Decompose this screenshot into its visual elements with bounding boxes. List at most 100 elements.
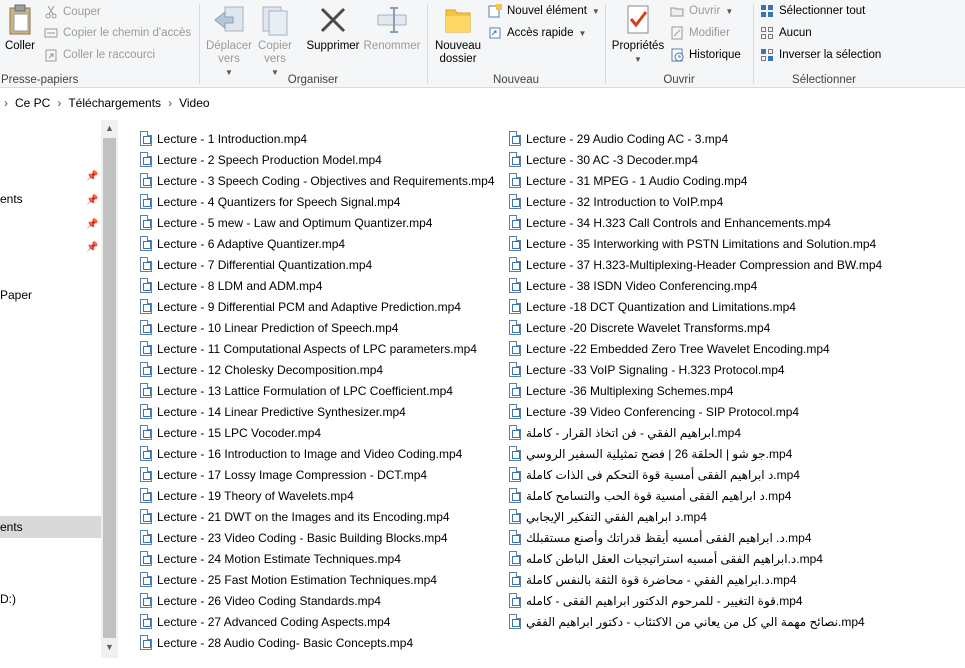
chevron-right-icon[interactable]: ›: [168, 96, 172, 110]
file-item[interactable]: Lecture - 32 Introduction to VoIP.mp4: [509, 191, 882, 212]
breadcrumb-video[interactable]: Video: [179, 96, 209, 110]
nav-item[interactable]: D:): [0, 588, 101, 610]
cut-button[interactable]: Couper: [44, 2, 101, 22]
file-item[interactable]: Lecture - 35 Interworking with PSTN Limi…: [509, 233, 882, 254]
move-to-button[interactable]: Déplacer vers ▼: [204, 2, 254, 79]
invert-selection-button[interactable]: Inverser la sélection: [760, 45, 881, 65]
paste-shortcut-button[interactable]: Coller le raccourci: [44, 45, 155, 65]
video-file-icon: [509, 131, 521, 146]
file-item[interactable]: Lecture - 14 Linear Predictive Synthesiz…: [140, 401, 495, 422]
pin-icon[interactable]: 📌: [86, 219, 98, 231]
properties-button[interactable]: Propriétés ▼: [610, 2, 666, 66]
nav-item-selected[interactable]: ents: [0, 516, 101, 538]
file-item[interactable]: Lecture - 2 Speech Production Model.mp4: [140, 149, 495, 170]
file-item[interactable]: Lecture - 7 Differential Quantization.mp…: [140, 254, 495, 275]
file-item[interactable]: نصائح مهمة الي كل من يعاني من الاكتئاب -…: [509, 611, 882, 632]
history-button[interactable]: Historique: [670, 45, 741, 65]
file-item[interactable]: Lecture - 9 Differential PCM and Adaptiv…: [140, 296, 495, 317]
file-item[interactable]: Lecture - 5 mew - Law and Optimum Quanti…: [140, 212, 495, 233]
file-item[interactable]: Lecture - 10 Linear Prediction of Speech…: [140, 317, 495, 338]
file-item[interactable]: د ابراهيم الفقى أمسية قوة الحب والتسامح …: [509, 485, 882, 506]
file-item[interactable]: Lecture - 17 Lossy Image Compression - D…: [140, 464, 495, 485]
file-name: Lecture - 8 LDM and ADM.mp4: [157, 278, 323, 293]
file-item[interactable]: Lecture - 1 Introduction.mp4: [140, 128, 495, 149]
file-item[interactable]: Lecture - 24 Motion Estimate Techniques.…: [140, 548, 495, 569]
file-item[interactable]: Lecture - 37 H.323-Multiplexing-Header C…: [509, 254, 882, 275]
breadcrumb-downloads[interactable]: Téléchargements: [68, 96, 161, 110]
chevron-right-icon[interactable]: ›: [57, 96, 61, 110]
file-item[interactable]: Lecture - 38 ISDN Video Conferencing.mp4: [509, 275, 882, 296]
edit-button[interactable]: Modifier: [670, 23, 730, 43]
file-item[interactable]: Lecture - 29 Audio Coding AC - 3.mp4: [509, 128, 882, 149]
copy-path-button[interactable]: Copier le chemin d'accès: [44, 23, 191, 43]
file-item[interactable]: Lecture - 26 Video Coding Standards.mp4: [140, 590, 495, 611]
paste-button[interactable]: Coller: [2, 2, 38, 53]
file-item[interactable]: Lecture - 12 Cholesky Decomposition.mp4: [140, 359, 495, 380]
file-item[interactable]: Lecture - 23 Video Coding - Basic Buildi…: [140, 527, 495, 548]
copy-to-button[interactable]: Copier vers ▼: [254, 2, 296, 79]
open-button[interactable]: Ouvrir ▼: [670, 1, 733, 21]
file-name: د. ابراهيم الفقى أمسيه أيقظ قدراتك وأصنع…: [526, 530, 812, 545]
scroll-down-icon[interactable]: ▼: [101, 642, 118, 652]
file-item[interactable]: Lecture - 27 Advanced Coding Aspects.mp4: [140, 611, 495, 632]
pin-icon[interactable]: 📌: [86, 171, 98, 183]
file-item[interactable]: Lecture - 8 LDM and ADM.mp4: [140, 275, 495, 296]
file-item[interactable]: Lecture - 3 Speech Coding - Objectives a…: [140, 170, 495, 191]
pin-icon[interactable]: 📌: [86, 195, 98, 207]
breadcrumb-this-pc[interactable]: Ce PC: [15, 96, 50, 110]
file-item[interactable]: Lecture - 11 Computational Aspects of LP…: [140, 338, 495, 359]
file-item[interactable]: د ابراهيم الفقى أمسية قوة التحكم فى الذا…: [509, 464, 882, 485]
file-item[interactable]: Lecture - 25 Fast Motion Estimation Tech…: [140, 569, 495, 590]
rename-button[interactable]: Renommer: [362, 2, 422, 53]
video-file-icon: [140, 593, 152, 608]
file-item[interactable]: Lecture -39 Video Conferencing - SIP Pro…: [509, 401, 882, 422]
file-item[interactable]: Lecture -18 DCT Quantization and Limitat…: [509, 296, 882, 317]
file-item[interactable]: Lecture -22 Embedded Zero Tree Wavelet E…: [509, 338, 882, 359]
file-item[interactable]: Lecture - 21 DWT on the Images and its E…: [140, 506, 495, 527]
address-bar[interactable]: › Ce PC › Téléchargements › Video: [0, 92, 965, 114]
file-item[interactable]: Lecture - 19 Theory of Wavelets.mp4: [140, 485, 495, 506]
delete-button[interactable]: Supprimer: [304, 2, 362, 53]
video-file-icon: [140, 320, 152, 335]
file-name: Lecture - 24 Motion Estimate Techniques.…: [157, 551, 401, 566]
scroll-up-icon[interactable]: ▲: [101, 123, 118, 133]
file-item[interactable]: ابراهيم الفقي - فن اتخاذ القرار - كاملة.…: [509, 422, 882, 443]
file-item[interactable]: Lecture - 15 LPC Vocoder.mp4: [140, 422, 495, 443]
new-item-button[interactable]: Nouvel élément ▼: [488, 1, 600, 21]
easy-access-button[interactable]: Accès rapide ▼: [488, 23, 586, 43]
scrollbar-thumb[interactable]: [103, 138, 116, 638]
folder-icon: [440, 2, 476, 38]
file-item[interactable]: Lecture -33 VoIP Signaling - H.323 Proto…: [509, 359, 882, 380]
file-item[interactable]: Lecture -20 Discrete Wavelet Transforms.…: [509, 317, 882, 338]
file-name: د.ابراهيم الفقى أمسيه استراتيجيات العقل …: [526, 551, 823, 566]
nav-item[interactable]: Paper: [0, 284, 101, 306]
file-item[interactable]: قوة التغيير - للمرحوم الدكتور ابراهيم ال…: [509, 590, 882, 611]
file-item[interactable]: Lecture - 34 H.323 Call Controls and Enh…: [509, 212, 882, 233]
file-item[interactable]: د.ابراهيم الفقى أمسيه استراتيجيات العقل …: [509, 548, 882, 569]
file-item[interactable]: Lecture - 4 Quantizers for Speech Signal…: [140, 191, 495, 212]
file-item[interactable]: Lecture - 28 Audio Coding- Basic Concept…: [140, 632, 495, 653]
file-item[interactable]: Lecture - 16 Introduction to Image and V…: [140, 443, 495, 464]
select-all-button[interactable]: Sélectionner tout: [760, 1, 865, 21]
file-name: Lecture - 13 Lattice Formulation of LPC …: [157, 383, 453, 398]
video-file-icon: [509, 404, 521, 419]
file-name: Lecture - 38 ISDN Video Conferencing.mp4: [526, 278, 758, 293]
file-name: Lecture -33 VoIP Signaling - H.323 Proto…: [526, 362, 785, 377]
file-item[interactable]: Lecture - 30 AC -3 Decoder.mp4: [509, 149, 882, 170]
file-item[interactable]: جو شو | الحلقة 26 | فضح تمثيلية السفير ا…: [509, 443, 882, 464]
file-item[interactable]: Lecture - 31 MPEG - 1 Audio Coding.mp4: [509, 170, 882, 191]
pin-icon[interactable]: 📌: [86, 242, 98, 254]
file-name: Lecture - 12 Cholesky Decomposition.mp4: [157, 362, 384, 377]
select-none-button[interactable]: Aucun: [760, 23, 812, 43]
file-item[interactable]: د. ابراهيم الفقى أمسيه أيقظ قدراتك وأصنع…: [509, 527, 882, 548]
file-item[interactable]: د.ابراهيم الفقي - محاضرة قوة الثقة بالنف…: [509, 569, 882, 590]
file-item[interactable]: Lecture -36 Multiplexing Schemes.mp4: [509, 380, 882, 401]
file-name: Lecture - 10 Linear Prediction of Speech…: [157, 320, 399, 335]
paste-label: Coller: [4, 40, 36, 52]
file-item[interactable]: د ابراهيم الفقي التفكير الإيجابي.mp4: [509, 506, 882, 527]
file-item[interactable]: Lecture - 13 Lattice Formulation of LPC …: [140, 380, 495, 401]
new-folder-button[interactable]: Nouveau dossier: [432, 2, 484, 66]
video-file-icon: [509, 551, 521, 566]
nav-scrollbar[interactable]: ▲ ▼: [101, 120, 118, 658]
file-item[interactable]: Lecture - 6 Adaptive Quantizer.mp4: [140, 233, 495, 254]
